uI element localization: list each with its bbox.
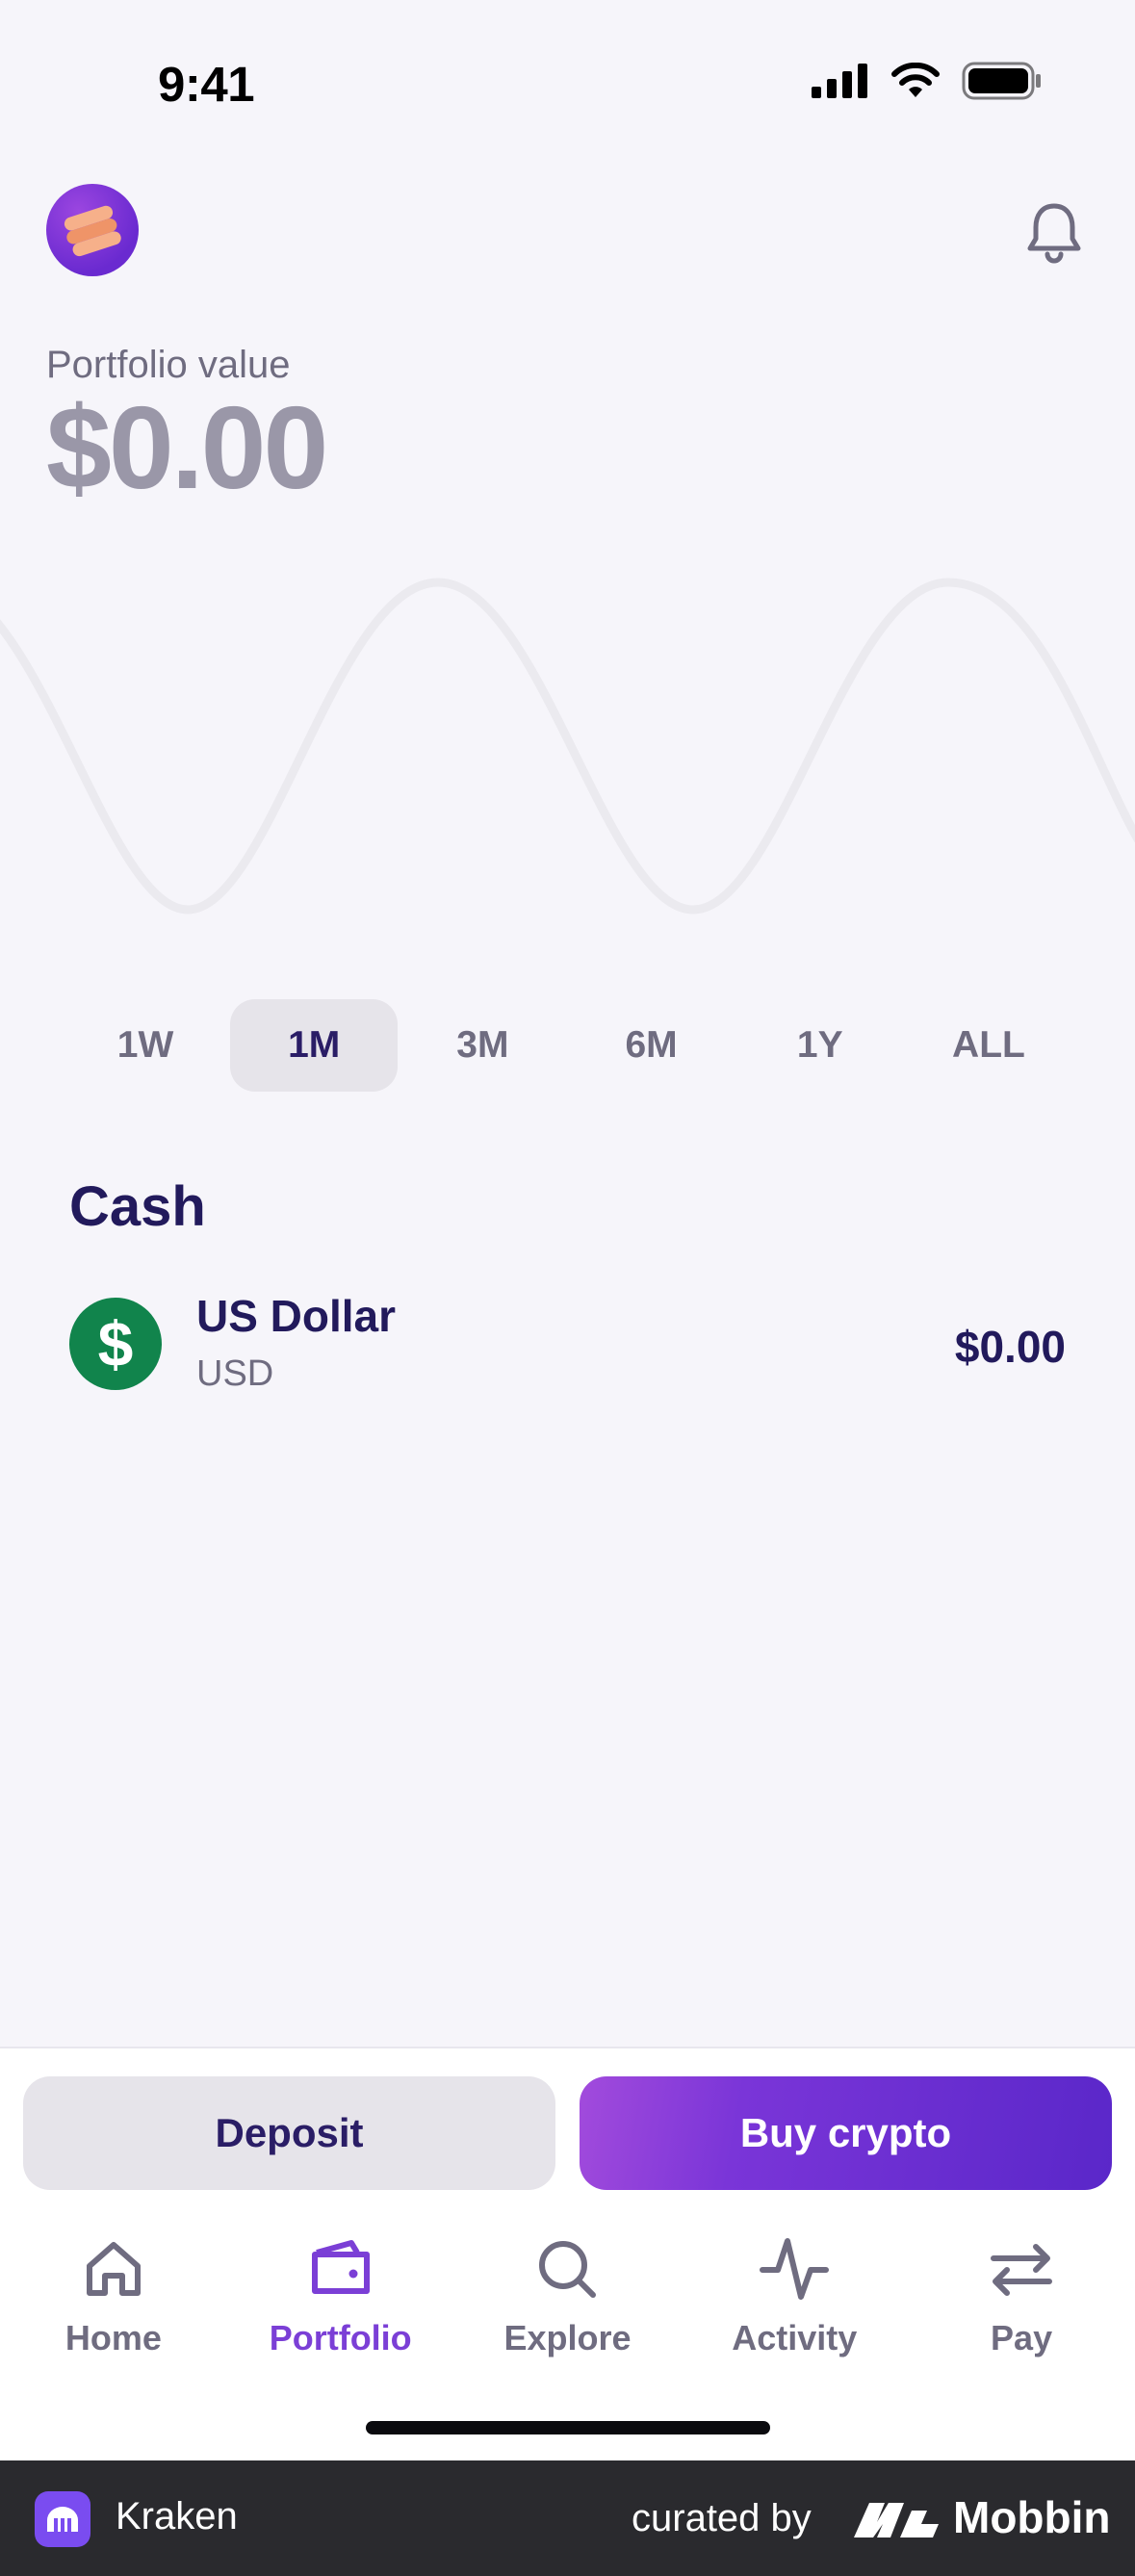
range-3m[interactable]: 3M xyxy=(399,999,566,1092)
asset-code: USD xyxy=(196,1353,274,1394)
tab-label: Home xyxy=(64,2318,162,2357)
range-1y[interactable]: 1Y xyxy=(736,999,904,1092)
tab-pay[interactable]: Pay xyxy=(908,2231,1135,2376)
asset-name: US Dollar xyxy=(196,1291,397,1341)
portfolio-screen: 9:41 Portfolio value $0.00 1W 1M 3M 6M 1… xyxy=(0,0,1135,2576)
battery-icon xyxy=(962,62,1041,100)
deposit-button[interactable]: Deposit xyxy=(23,2076,555,2190)
buy-crypto-button[interactable]: Buy crypto xyxy=(580,2076,1112,2190)
footer-bar: Kraken curated by Mobbin xyxy=(0,2460,1135,2576)
wifi-icon xyxy=(891,63,940,97)
asset-value: $0.00 xyxy=(954,1322,1066,1372)
status-icons xyxy=(812,62,1043,100)
search-icon xyxy=(539,2241,597,2298)
home-icon xyxy=(86,2242,141,2296)
kraken-logo-icon xyxy=(35,2491,90,2547)
tab-portfolio[interactable]: Portfolio xyxy=(227,2231,454,2376)
notification-bell-icon[interactable] xyxy=(1020,198,1088,266)
asset-row-usd[interactable]: $ US Dollar USD $0.00 xyxy=(69,1290,1066,1396)
range-all[interactable]: ALL xyxy=(905,999,1072,1092)
portfolio-value: $0.00 xyxy=(46,382,328,513)
home-indicator xyxy=(366,2421,770,2434)
curated-by-label: curated by xyxy=(632,2497,812,2539)
cash-section-title: Cash xyxy=(69,1175,206,1238)
tab-label: Pay xyxy=(991,2318,1053,2357)
status-bar: 9:41 xyxy=(0,0,1135,164)
tab-explore[interactable]: Explore xyxy=(454,2231,682,2376)
activity-icon xyxy=(760,2238,830,2300)
transfer-arrows-icon xyxy=(991,2244,1053,2296)
tab-bar: Home Portfolio Explore Activity Pay xyxy=(0,2231,1135,2376)
range-6m[interactable]: 6M xyxy=(568,999,735,1092)
range-1w[interactable]: 1W xyxy=(62,999,229,1092)
tab-activity[interactable]: Activity xyxy=(681,2231,908,2376)
dollar-icon: $ xyxy=(69,1298,162,1390)
app-name: Kraken xyxy=(116,2495,238,2537)
tab-label: Explore xyxy=(503,2318,632,2357)
portfolio-value-label: Portfolio value xyxy=(46,344,291,386)
mobbin-logo-icon xyxy=(854,2503,939,2537)
cellular-signal-icon xyxy=(812,64,867,98)
tab-home[interactable]: Home xyxy=(0,2231,227,2376)
brand-name: Mobbin xyxy=(953,2492,1111,2542)
portfolio-chart xyxy=(0,578,1135,914)
chart-placeholder-wave xyxy=(0,578,1135,914)
time-range-selector: 1W 1M 3M 6M 1Y ALL xyxy=(62,999,1072,1092)
wallet-icon xyxy=(311,2240,370,2294)
avatar-art-icon xyxy=(64,205,121,257)
range-1m[interactable]: 1M xyxy=(230,999,399,1092)
bottom-panel: Deposit Buy crypto Home Portfolio Explor… xyxy=(0,2047,1135,2460)
status-time: 9:41 xyxy=(158,57,255,112)
avatar[interactable] xyxy=(46,184,139,276)
tab-label: Portfolio xyxy=(269,2318,412,2357)
tab-label: Activity xyxy=(732,2318,858,2357)
